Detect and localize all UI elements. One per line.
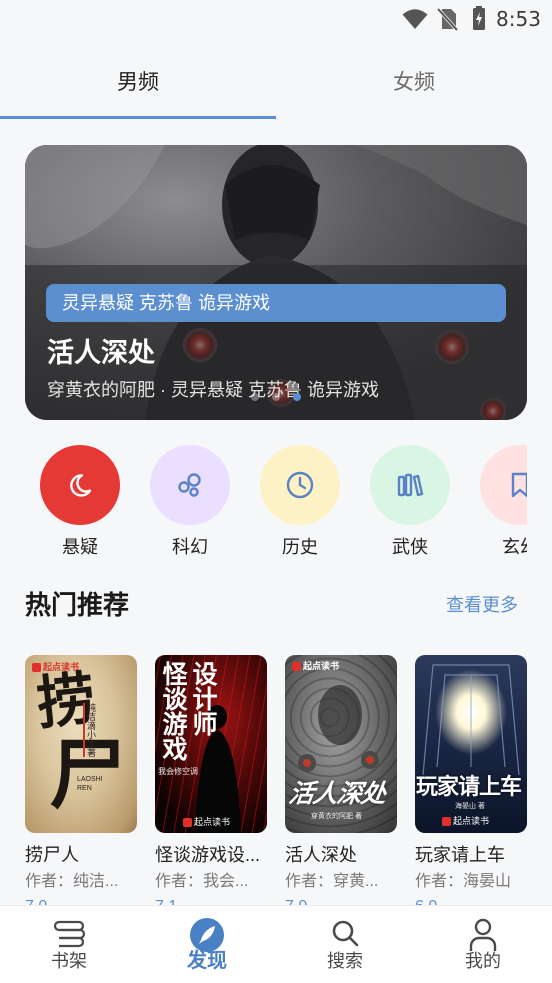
carousel-dots [25,393,527,401]
status-time: 8:53 [496,7,541,31]
nav-profile[interactable]: 我的 [414,906,552,983]
category-suspense[interactable]: 悬疑 [25,445,135,565]
category-circle [370,445,450,525]
tab-indicator [0,116,276,119]
banner-title: 活人深处 [47,338,155,368]
category-label: 科幻 [172,537,208,557]
section-title: 热门推荐 [25,590,130,620]
publisher-logo-icon [292,662,301,672]
cover-title: 怪谈游戏设计师 [159,661,217,761]
cover-publisher: 起点读书 [183,816,230,828]
cover-publisher: 起点读书 [442,815,489,827]
category-circle [40,445,120,525]
category-label: 玄幻 [502,537,527,557]
bookshelf-icon [53,920,86,948]
book-title: 玩家请上车 [415,845,505,865]
discover-icon [190,918,224,952]
book-cover: 起点读书 捞 尸 纯洁滴小龙著 LAOSHI REN [25,655,137,833]
cover-author: 我会修空调 [158,767,198,776]
cover-author: 穿黄衣的阿肥 著 [311,813,362,820]
no-sim-icon [436,7,458,31]
search-icon [332,920,359,947]
carousel-dot[interactable] [293,393,301,401]
cover-title: 活人深处 [287,780,387,808]
nav-search[interactable]: 搜索 [276,906,414,983]
category-row: 悬疑 科幻 历史 武侠 玄幻 [25,445,527,565]
cover-publisher-text: 起点读书 [303,661,340,671]
cover-latin-title: LAOSHI REN [77,776,103,792]
book-author: 作者：纯洁... [25,873,119,890]
tab-male[interactable]: 男频 [0,48,276,118]
book-card[interactable]: 怪谈游戏设计师 我会修空调 起点读书 怪谈游戏设... 作者：我会... 7.1 [155,655,267,915]
nav-label: 书架 [51,951,87,971]
book-author: 作者：海晏山 [415,873,512,890]
cover-author: 海晏山 著 [455,803,485,810]
category-scifi[interactable]: 科幻 [135,445,245,565]
nav-label: 我的 [465,951,501,971]
wifi-icon [402,9,428,29]
carousel-dot[interactable] [251,393,259,401]
cover-title: 玩家请上车 [416,774,522,799]
banner-tags: 灵异悬疑 克苏鲁 诡异游戏 [46,284,506,322]
category-label: 历史 [282,537,318,557]
cover-author: 纯洁滴小龙著 [83,703,96,757]
books-icon [397,473,424,497]
nav-discover[interactable]: 发现 [138,906,276,983]
tab-female[interactable]: 女频 [276,48,552,118]
category-circle [480,445,527,525]
nav-bookshelf[interactable]: 书架 [0,906,138,983]
cover-publisher: 起点读书 [292,660,339,672]
publisher-logo-icon [183,818,192,828]
bubbles-icon [178,473,201,497]
book-card[interactable]: 起点读书 捞 尸 纯洁滴小龙著 LAOSHI REN 捞尸人 作者：纯洁... … [25,655,137,915]
category-circle [150,445,230,525]
publisher-logo-icon [442,817,451,827]
bookmark-icon [511,472,527,498]
book-cover: 怪谈游戏设计师 我会修空调 起点读书 [155,655,267,833]
see-more-link[interactable]: 查看更多 [446,585,518,625]
book-cover: 起点读书 活人深处 穿黄衣的阿肥 著 [285,655,397,833]
category-history[interactable]: 历史 [245,445,355,565]
book-title: 捞尸人 [25,845,79,865]
carousel-dot[interactable] [272,393,280,401]
cover-publisher-text: 起点读书 [194,817,231,827]
channel-tabs: 男频 女频 [0,48,552,120]
cover-publisher-text: 起点读书 [453,816,490,826]
hot-section-header: 热门推荐 查看更多 [25,585,518,625]
category-fantasy[interactable]: 玄幻 [465,445,527,565]
battery-charging-icon [473,6,485,30]
book-cover: 玩家请上车 海晏山 著 起点读书 [415,655,527,833]
nav-label: 发现 [187,950,227,972]
bottom-nav: 书架 发现 搜索 我的 [0,905,552,983]
person-icon [469,918,497,951]
book-title: 活人深处 [285,845,357,865]
book-card[interactable]: 起点读书 活人深处 穿黄衣的阿肥 著 活人深处 作者：穿黄... 7.0 [285,655,397,915]
book-author: 作者：我会... [155,873,249,890]
category-circle [260,445,340,525]
category-wuxia[interactable]: 武侠 [355,445,465,565]
banner-carousel[interactable]: 灵异悬疑 克苏鲁 诡异游戏 活人深处 穿黄衣的阿肥 · 灵异悬疑 克苏鲁 诡异游… [25,145,527,420]
category-label: 悬疑 [62,537,98,557]
book-title: 怪谈游戏设... [155,845,261,865]
nav-label: 搜索 [327,951,363,971]
status-bar: 8:53 [0,0,552,38]
moon-icon [70,474,92,497]
book-author: 作者：穿黄... [285,873,379,890]
book-card[interactable]: 玩家请上车 海晏山 著 起点读书 玩家请上车 作者：海晏山 6.0 [415,655,527,915]
category-label: 武侠 [392,537,428,557]
clock-icon [286,471,314,499]
